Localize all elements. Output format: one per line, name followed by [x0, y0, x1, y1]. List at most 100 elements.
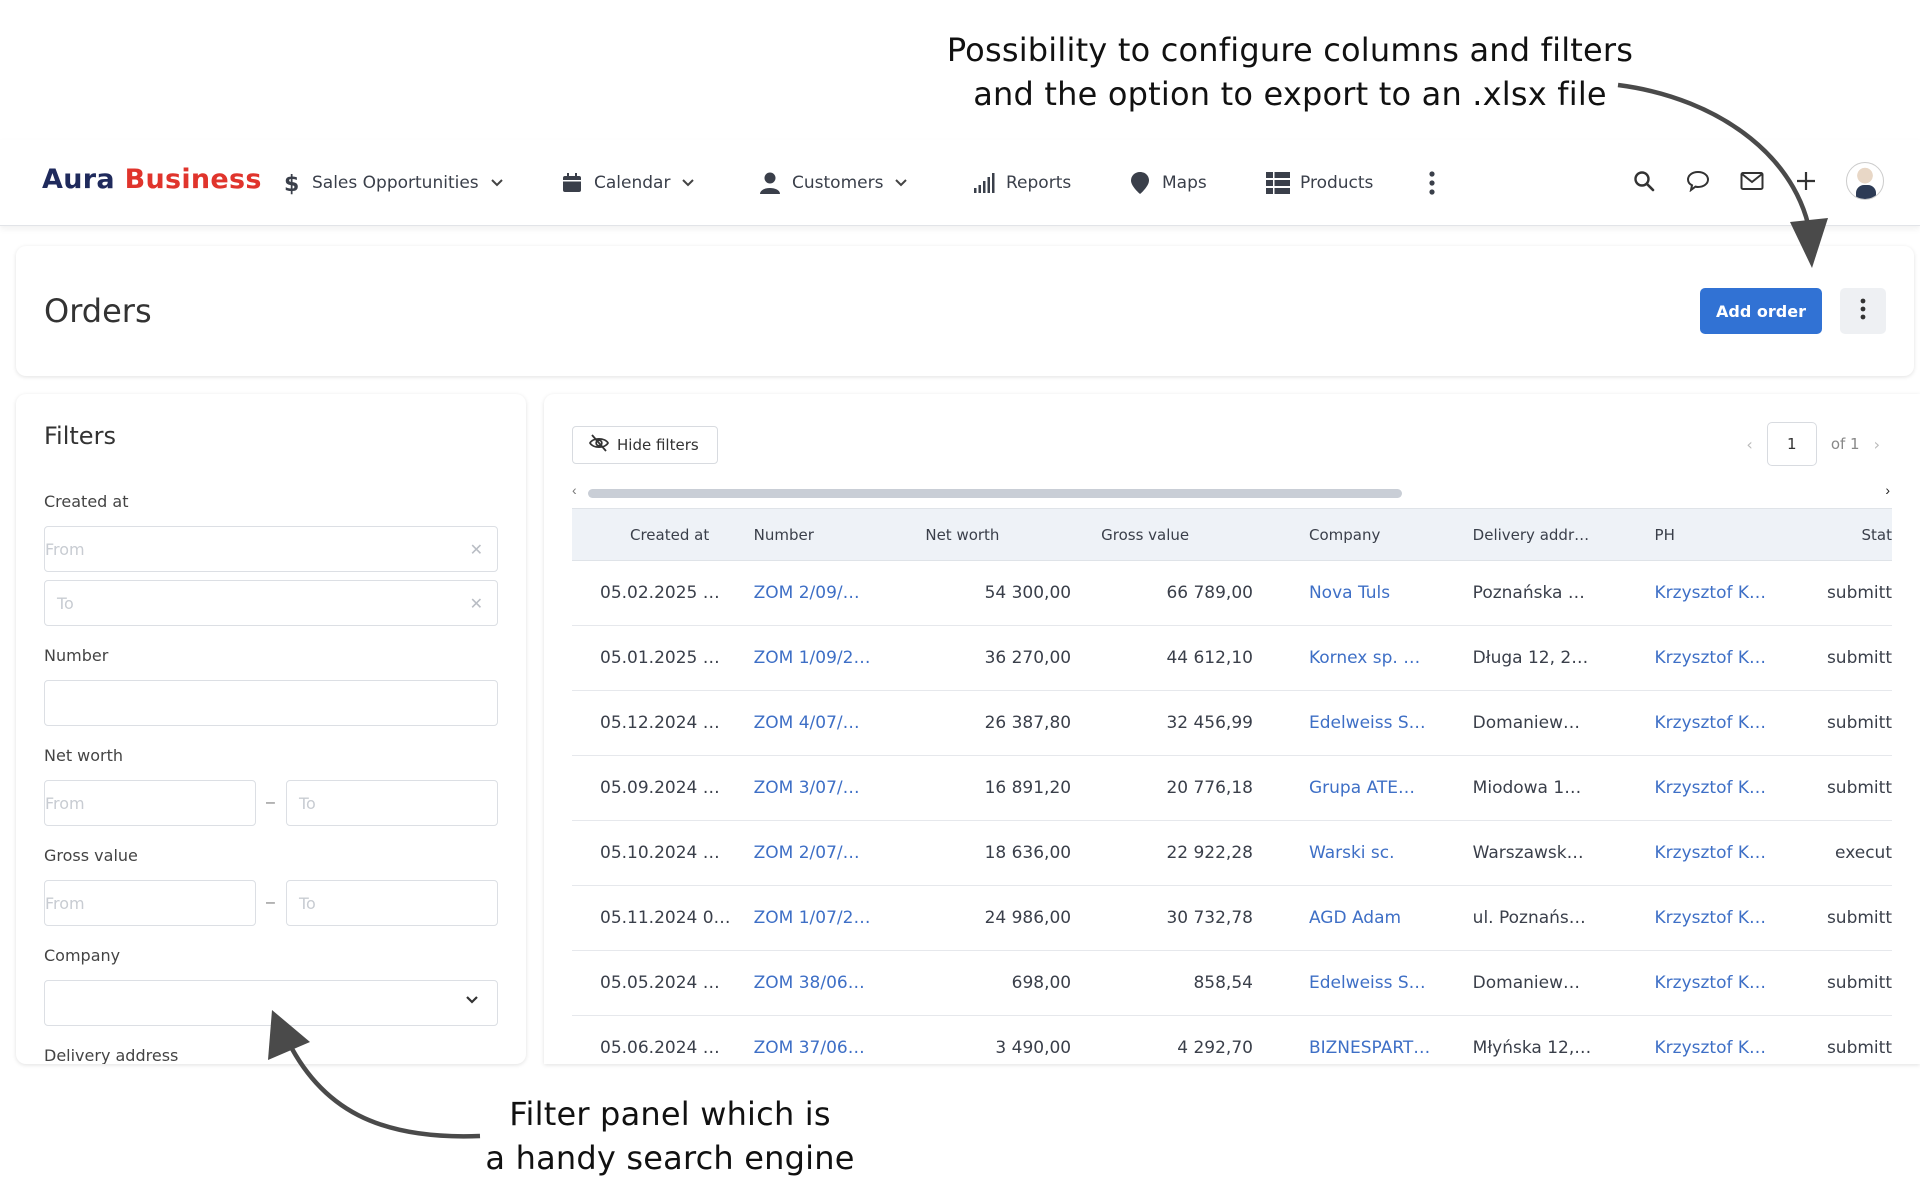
created-at-from-input[interactable]: From ✕ — [44, 526, 498, 572]
nav-reports[interactable]: Reports — [972, 166, 1071, 200]
cell-number[interactable]: ZOM 38/06… — [741, 950, 922, 1016]
cell-delivery-address: Domaniew… — [1442, 950, 1625, 1016]
cell-ph[interactable]: Krzysztof K… — [1624, 690, 1807, 756]
cell-net-worth: 54 300,00 — [921, 560, 1072, 626]
cell-created-at: 05.09.2024 … — [572, 755, 742, 821]
company-select[interactable] — [44, 980, 498, 1026]
cell-created-at: 05.11.2024 0… — [572, 885, 742, 951]
filter-label-created-at: Created at — [44, 492, 129, 511]
column-header-status[interactable]: Stat — [1806, 508, 1892, 561]
cell-ph[interactable]: Krzysztof K… — [1624, 560, 1807, 626]
table-row[interactable]: 05.01.2025 … ZOM 1/09/2… 36 270,00 44 612,1… — [572, 625, 1892, 691]
nav-label: Calendar — [594, 173, 671, 193]
range-separator: – — [266, 894, 275, 911]
filter-label-number: Number — [44, 646, 109, 665]
cell-number[interactable]: ZOM 3/07/… — [741, 755, 922, 821]
cell-number[interactable]: ZOM 4/07/… — [741, 690, 922, 756]
cell-number[interactable]: ZOM 37/06… — [741, 1015, 922, 1064]
nav-sales-opportunities[interactable]: $ Sales Opportunities — [278, 166, 503, 200]
cell-ph[interactable]: Krzysztof K… — [1624, 820, 1807, 886]
gross-value-to-input[interactable]: To — [286, 880, 498, 926]
cell-delivery-address: Długa 12, 2… — [1442, 625, 1625, 691]
cell-company[interactable]: Grupa ATE… — [1252, 755, 1443, 821]
scroll-right-arrow[interactable]: › — [1885, 482, 1890, 498]
column-header-number[interactable]: Number — [741, 508, 922, 561]
nav-customers[interactable]: Customers — [758, 166, 908, 200]
column-header-gross-value[interactable]: Gross value — [1071, 508, 1253, 561]
chevron-left-icon[interactable]: ‹ — [1746, 435, 1752, 454]
cell-ph[interactable]: Krzysztof K… — [1624, 885, 1807, 951]
cell-company[interactable]: Edelweiss S… — [1252, 690, 1443, 756]
cell-number[interactable]: ZOM 2/09/… — [741, 560, 922, 626]
cell-created-at: 05.02.2025 … — [572, 560, 742, 626]
cell-gross-value: 4 292,70 — [1071, 1015, 1253, 1064]
nav-label: Customers — [792, 173, 884, 193]
nav-calendar[interactable]: Calendar — [560, 166, 695, 200]
mail-icon[interactable] — [1738, 167, 1766, 195]
column-header-net-worth[interactable]: Net worth — [921, 508, 1072, 561]
column-header-ph[interactable]: PH — [1624, 508, 1807, 561]
net-worth-to-input[interactable]: To — [286, 780, 498, 826]
filters-panel: Filters Created at From ✕ To ✕ Number Ne… — [16, 394, 526, 1064]
cell-created-at: 05.12.2024 … — [572, 690, 742, 756]
cell-ph[interactable]: Krzysztof K… — [1624, 755, 1807, 821]
gross-value-from-input[interactable]: From — [44, 880, 256, 926]
clear-icon[interactable]: ✕ — [470, 540, 483, 559]
cell-status: submitt — [1806, 625, 1892, 691]
page-number-input[interactable]: 1 — [1766, 422, 1817, 466]
nav-maps[interactable]: Maps — [1128, 166, 1207, 200]
table-row[interactable]: 05.06.2024 … ZOM 37/06… 3 490,00 4 292,70 BI… — [572, 1015, 1892, 1064]
cell-gross-value: 22 922,28 — [1071, 820, 1253, 886]
nav-more-kebab[interactable] — [1420, 166, 1444, 200]
placeholder: To — [57, 593, 74, 613]
scrollbar-thumb[interactable] — [588, 489, 1402, 498]
filters-title: Filters — [44, 422, 116, 450]
net-worth-from-input[interactable]: From — [44, 780, 256, 826]
orders-table-panel: Hide filters ‹ 1 of 1 › ‹ › Created at N… — [544, 394, 1920, 1064]
created-at-to-input[interactable]: To ✕ — [44, 580, 498, 626]
add-order-button[interactable]: Add order — [1700, 288, 1822, 334]
annotation-top-line2: and the option to export to an .xlsx fil… — [973, 75, 1607, 113]
horizontal-scrollbar[interactable]: ‹ › — [572, 482, 1890, 500]
cell-company[interactable]: AGD Adam — [1252, 885, 1443, 951]
avatar[interactable] — [1846, 162, 1884, 200]
number-input[interactable] — [44, 680, 498, 726]
nav-products[interactable]: Products — [1266, 166, 1373, 200]
cell-number[interactable]: ZOM 2/07/… — [741, 820, 922, 886]
clear-icon[interactable]: ✕ — [470, 594, 483, 613]
table-row[interactable]: 05.10.2024 … ZOM 2/07/… 18 636,00 22 922,28… — [572, 820, 1892, 886]
range-separator: – — [266, 794, 275, 811]
cell-ph[interactable]: Krzysztof K… — [1624, 1015, 1807, 1064]
brand-part1: Aura — [42, 164, 115, 195]
plus-icon[interactable] — [1792, 167, 1820, 195]
chevron-right-icon[interactable]: › — [1874, 435, 1880, 454]
cell-ph[interactable]: Krzysztof K… — [1624, 625, 1807, 691]
person-icon — [758, 171, 782, 195]
table-row[interactable]: 05.05.2024 … ZOM 38/06… 698,00 858,54 Edelwe… — [572, 950, 1892, 1016]
cell-company[interactable]: Nova Tuls — [1252, 560, 1443, 626]
cell-company[interactable]: Warski sc. — [1252, 820, 1443, 886]
cell-company[interactable]: Kornex sp. … — [1252, 625, 1443, 691]
cell-company[interactable]: Edelweiss S… — [1252, 950, 1443, 1016]
svg-text:$: $ — [284, 172, 299, 195]
cell-number[interactable]: ZOM 1/07/2… — [741, 885, 922, 951]
column-header-created-at[interactable]: Created at — [572, 508, 742, 561]
table-row[interactable]: 05.12.2024 … ZOM 4/07/… 26 387,80 32 456,99… — [572, 690, 1892, 756]
hide-filters-button[interactable]: Hide filters — [572, 426, 718, 464]
bars-icon — [972, 171, 996, 195]
chat-icon[interactable] — [1684, 167, 1712, 195]
cell-ph[interactable]: Krzysztof K… — [1624, 950, 1807, 1016]
column-header-delivery-address[interactable]: Delivery addr… — [1442, 508, 1625, 561]
table-row[interactable]: 05.11.2024 0… ZOM 1/07/2… 24 986,00 30 732,… — [572, 885, 1892, 951]
search-icon[interactable] — [1630, 167, 1658, 195]
chevron-down-icon — [895, 176, 908, 190]
cell-company[interactable]: BIZNESPART… — [1252, 1015, 1443, 1064]
column-header-company[interactable]: Company — [1252, 508, 1443, 561]
scroll-left-arrow[interactable]: ‹ — [572, 482, 577, 498]
table-row[interactable]: 05.02.2025 … ZOM 2/09/… 54 300,00 66 789,00… — [572, 560, 1892, 626]
cell-number[interactable]: ZOM 1/09/2… — [741, 625, 922, 691]
cell-net-worth: 3 490,00 — [921, 1015, 1072, 1064]
brand-logo[interactable]: Aura Business — [42, 164, 262, 195]
table-row[interactable]: 05.09.2024 … ZOM 3/07/… 16 891,20 20 776,18… — [572, 755, 1892, 821]
more-options-button[interactable] — [1840, 288, 1886, 334]
